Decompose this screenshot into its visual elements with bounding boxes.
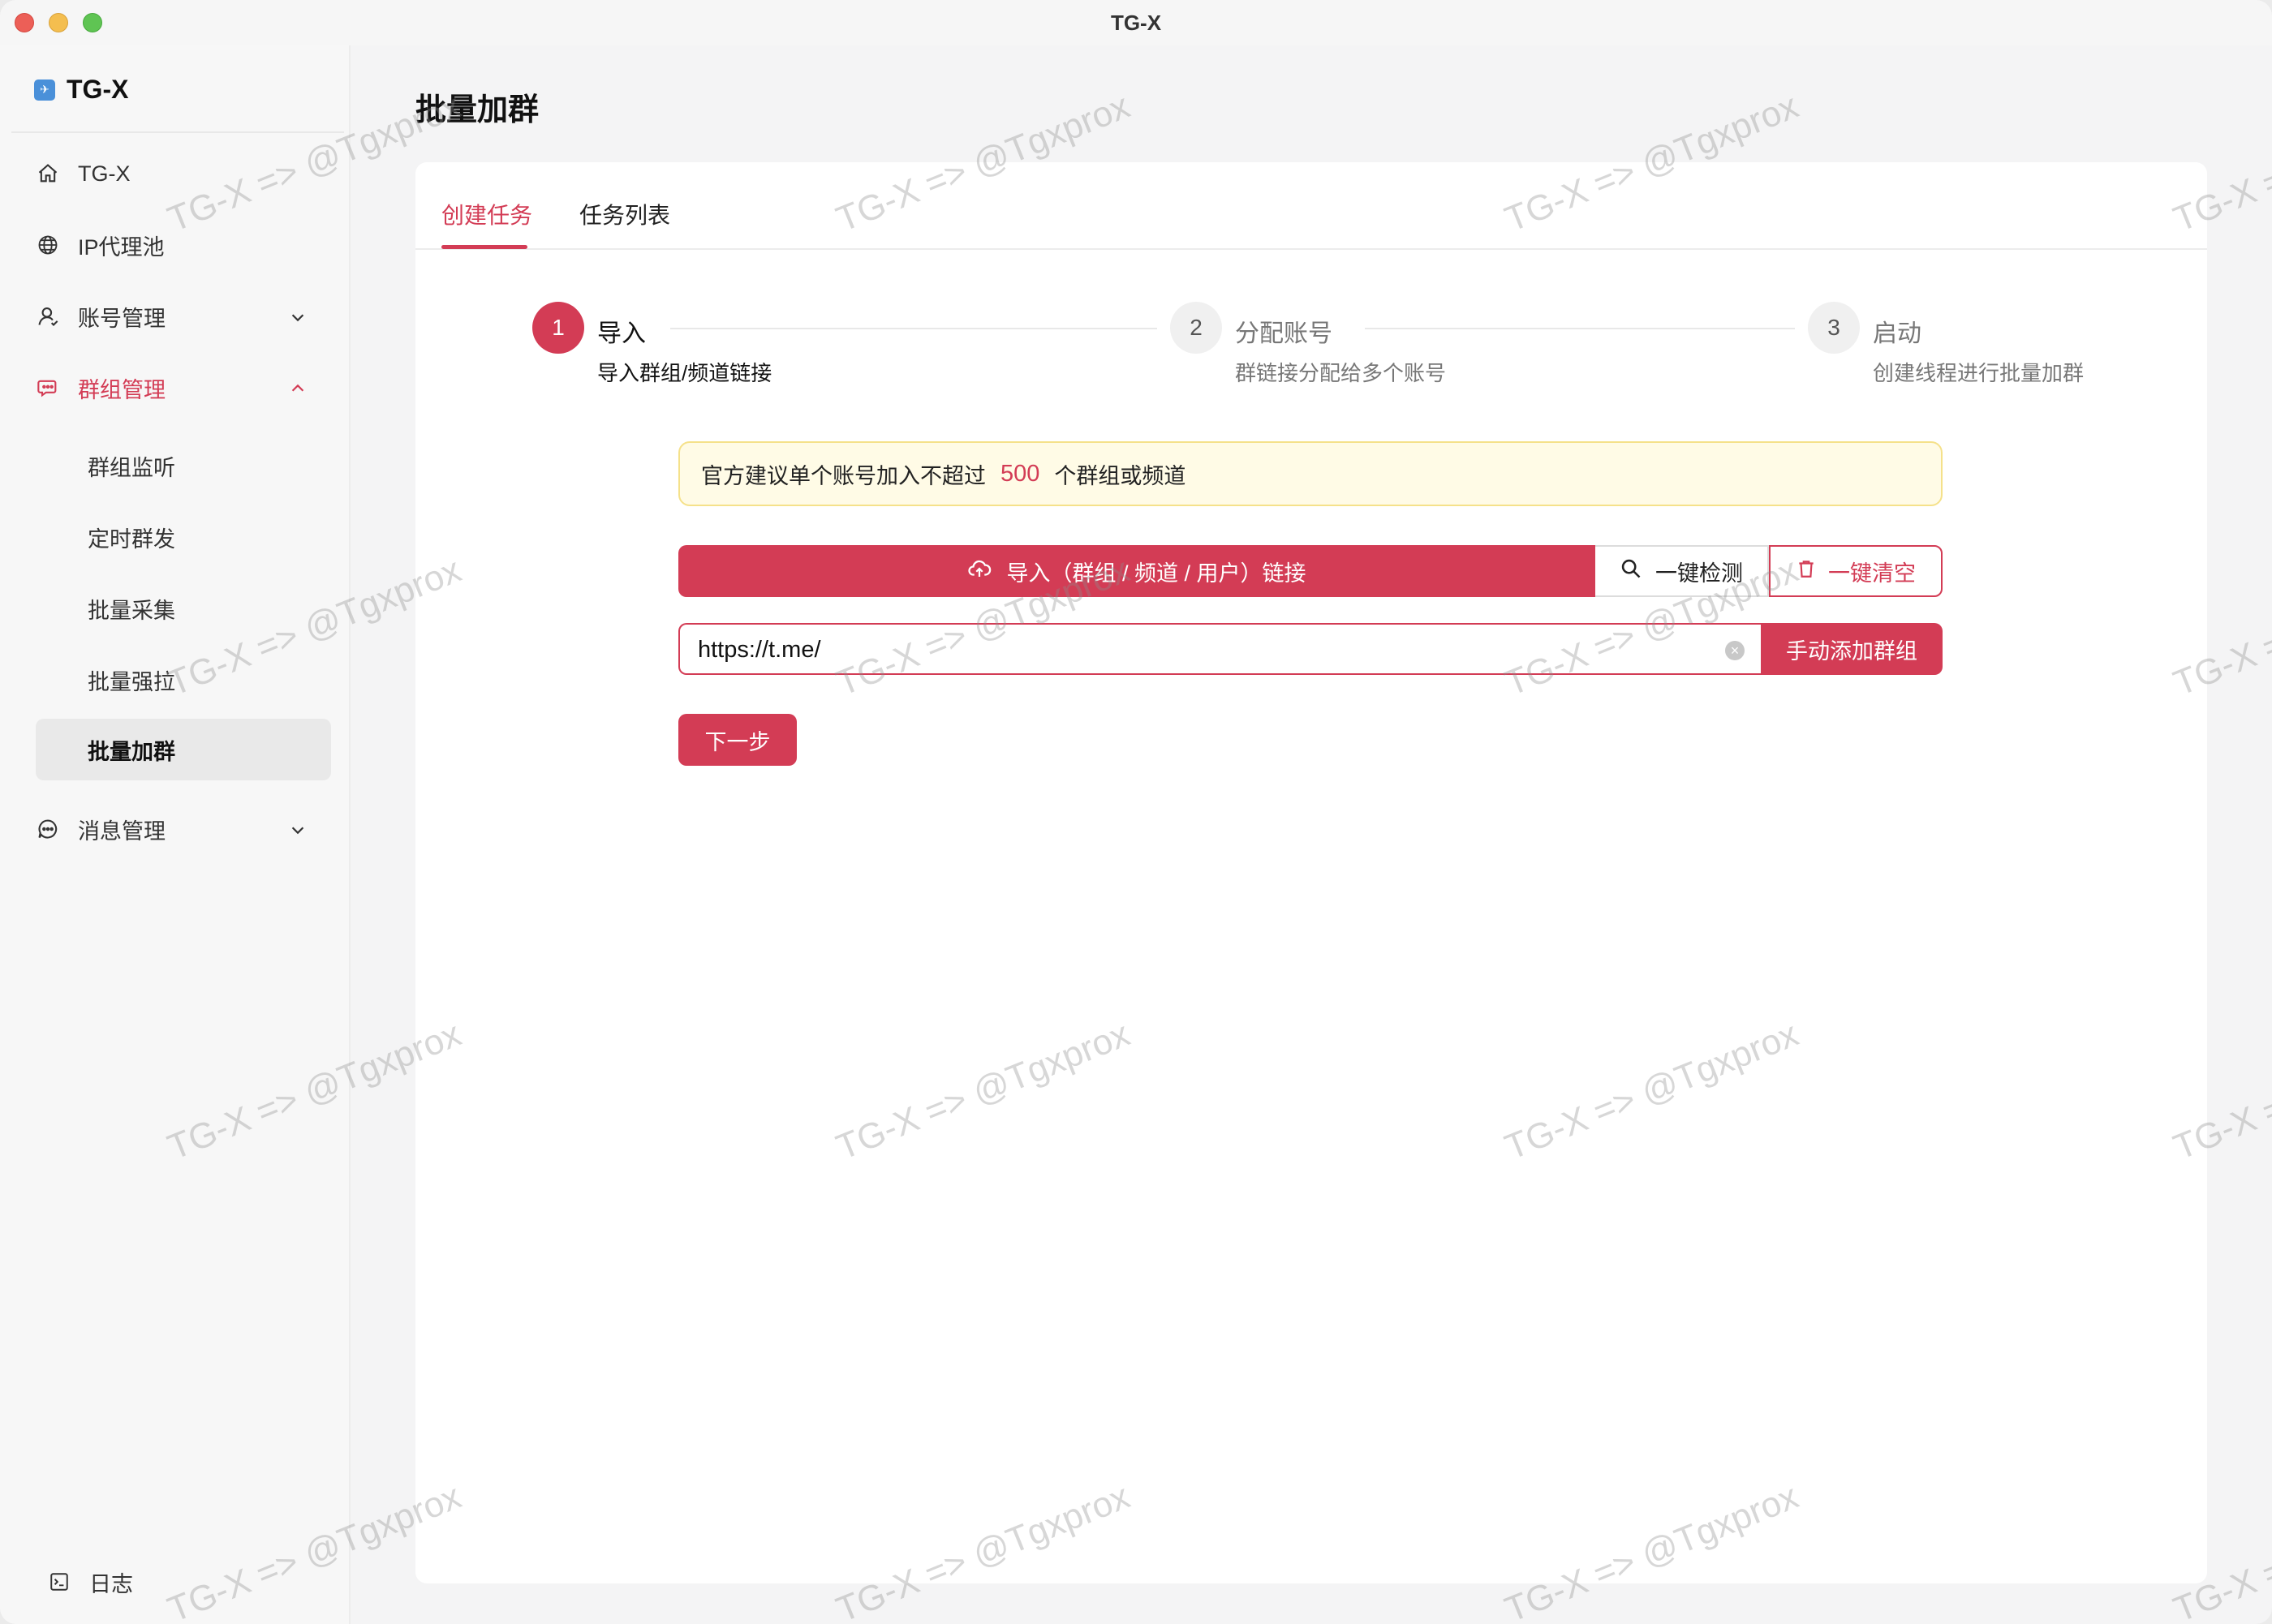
step-1-desc: 导入群组/频道链接 <box>597 361 772 385</box>
search-icon <box>1620 557 1642 586</box>
chevron-down-icon <box>289 307 307 324</box>
sidebar-subitem-batch-pull[interactable]: 批量强拉 <box>36 649 331 711</box>
brand-name: TG-X <box>67 75 129 104</box>
sidebar-subitem-batch-join[interactable]: 批量加群 <box>36 719 331 780</box>
chat-group-icon <box>36 376 60 400</box>
title-bar: TG-X <box>0 0 2272 45</box>
minimize-window-button[interactable] <box>49 13 68 32</box>
notice-prefix: 官方建议单个账号加入不超过 <box>701 463 986 488</box>
import-links-label: 导入（群组 / 频道 / 用户）链接 <box>1006 561 1306 586</box>
step-3-desc: 创建线程进行批量加群 <box>1873 361 2085 385</box>
sidebar: ✈ TG-X TG-X IP代理池 账号管理 群组管理 群组监听 定时群发 批量… <box>0 45 351 1624</box>
group-link-field: × <box>678 623 1761 675</box>
sidebar-item-groups[interactable]: 群组管理 <box>36 359 331 417</box>
sidebar-item-label: 群组管理 <box>78 377 166 402</box>
step-connector <box>1365 328 1795 329</box>
close-window-button[interactable] <box>15 13 34 32</box>
chevron-up-icon <box>289 378 307 396</box>
zoom-window-button[interactable] <box>83 13 102 32</box>
clear-all-label: 一键清空 <box>1828 561 1916 586</box>
cloud-upload-icon <box>967 556 992 586</box>
sidebar-item-messages[interactable]: 消息管理 <box>36 800 331 858</box>
globe-icon <box>36 233 60 257</box>
sidebar-item-ip-proxy[interactable]: IP代理池 <box>36 216 331 274</box>
limit-notice: 官方建议单个账号加入不超过 500 个群组或频道 <box>678 441 1943 506</box>
manual-add-row: × 手动添加群组 <box>678 623 1943 675</box>
sidebar-item-label: IP代理池 <box>78 234 165 260</box>
notice-number: 500 <box>1000 460 1040 487</box>
user-icon <box>36 304 60 329</box>
import-links-button[interactable]: 导入（群组 / 频道 / 用户）链接 <box>678 545 1595 597</box>
sidebar-item-home[interactable]: TG-X <box>36 144 331 203</box>
step-2-badge: 2 <box>1170 302 1222 354</box>
sidebar-subitem-scheduled-broadcast[interactable]: 定时群发 <box>36 506 331 568</box>
step-1-badge: 1 <box>532 302 584 354</box>
page-title: 批量加群 <box>415 93 540 127</box>
message-icon <box>36 817 60 841</box>
step-3-badge: 3 <box>1808 302 1860 354</box>
step-1-title: 导入 <box>597 320 646 347</box>
sidebar-item-label: 账号管理 <box>78 306 166 331</box>
chevron-down-icon <box>289 819 307 837</box>
sidebar-subitem-batch-collect[interactable]: 批量采集 <box>36 578 331 639</box>
group-link-input[interactable] <box>698 634 1704 665</box>
next-step-button[interactable]: 下一步 <box>678 714 797 766</box>
active-tab-indicator <box>441 245 527 249</box>
add-group-button[interactable]: 手动添加群组 <box>1761 623 1943 675</box>
sidebar-divider <box>11 131 344 133</box>
step-connector <box>670 328 1157 329</box>
clear-all-button[interactable]: 一键清空 <box>1769 545 1943 597</box>
main-card: 创建任务 任务列表 1 导入 导入群组/频道链接 2 分配账号 群链接分配给多个… <box>415 162 2207 1583</box>
tab-bar: 创建任务 任务列表 <box>415 162 2207 250</box>
check-all-label: 一键检测 <box>1655 561 1743 586</box>
brand: ✈ TG-X <box>34 75 128 105</box>
app-window: TG-X ✈ TG-X TG-X IP代理池 账号管理 群组管理 群组监听 定时… <box>0 0 2272 1624</box>
clear-input-icon[interactable]: × <box>1725 641 1745 660</box>
sidebar-item-accounts[interactable]: 账号管理 <box>36 287 331 346</box>
window-title: TG-X <box>1110 10 1162 35</box>
sidebar-item-log[interactable]: 日志 <box>47 1553 342 1611</box>
home-icon <box>36 161 60 186</box>
import-actions: 导入（群组 / 频道 / 用户）链接 一键检测 一键清空 <box>678 545 1943 597</box>
window-controls <box>15 13 102 32</box>
tab-create-task[interactable]: 创建任务 <box>441 198 532 230</box>
step-2-title: 分配账号 <box>1235 320 1332 347</box>
stepper: 1 导入 导入群组/频道链接 2 分配账号 群链接分配给多个账号 3 启动 创建… <box>532 302 2090 399</box>
step-2-desc: 群链接分配给多个账号 <box>1235 361 1447 385</box>
sidebar-item-label: TG-X <box>78 161 131 186</box>
notice-suffix: 个群组或频道 <box>1054 463 1186 488</box>
step-3-title: 启动 <box>1873 320 1921 347</box>
sidebar-item-label: 日志 <box>89 1571 133 1596</box>
check-all-button[interactable]: 一键检测 <box>1595 545 1769 597</box>
tab-task-list[interactable]: 任务列表 <box>579 198 670 230</box>
terminal-icon <box>47 1570 71 1594</box>
sidebar-subitem-group-monitor[interactable]: 群组监听 <box>36 435 331 496</box>
app-logo-icon: ✈ <box>34 79 55 101</box>
sidebar-item-label: 消息管理 <box>78 818 166 844</box>
trash-icon <box>1796 558 1817 585</box>
